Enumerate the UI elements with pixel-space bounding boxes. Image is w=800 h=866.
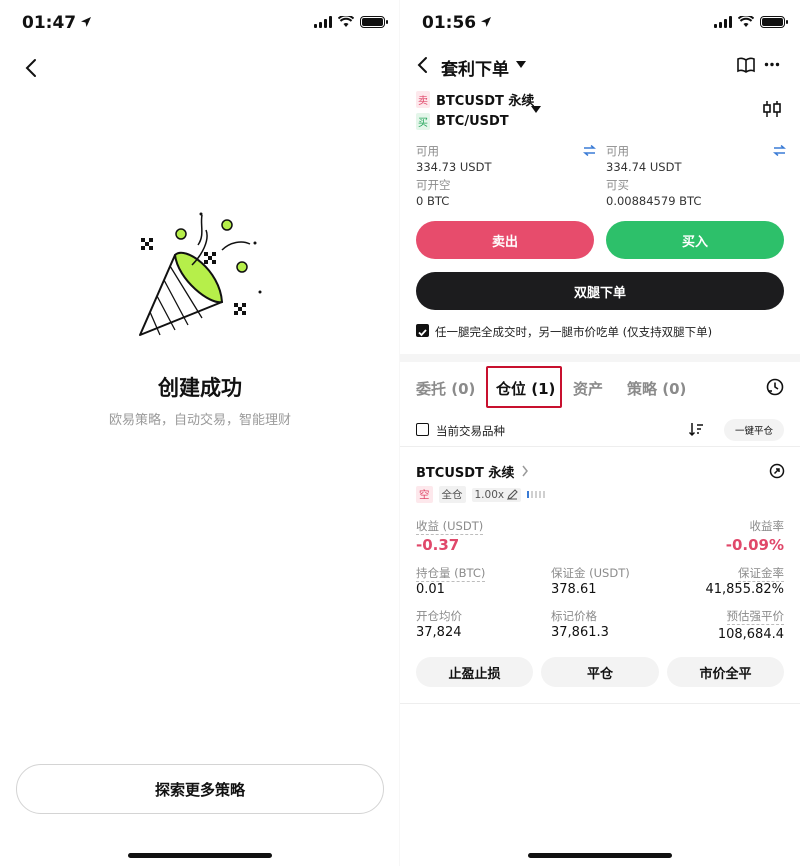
transfer-icon-left[interactable] (583, 145, 596, 156)
status-icons (714, 16, 788, 28)
position-size-value: 0.01 (416, 582, 445, 597)
buy-pair-name: BTC/USDT (436, 114, 509, 129)
buy-tag: 买 (416, 113, 430, 130)
buy-button[interactable]: 买入 (606, 221, 784, 259)
tab-positions[interactable]: 仓位 (1) (496, 378, 555, 399)
more-dots-icon[interactable] (764, 62, 780, 67)
risk-level-bars (527, 491, 546, 498)
cross-margin-tag: 全仓 (438, 486, 466, 503)
position-size-label: 持仓量 (BTC) (416, 566, 486, 582)
position-pair-name[interactable]: BTCUSDT 永续 (416, 462, 514, 481)
cellular-signal-icon (714, 16, 732, 28)
party-popper-icon (139, 212, 262, 336)
dropdown-triangle-icon[interactable] (516, 61, 526, 68)
mark-price-label: 标记价格 (551, 609, 597, 623)
position-tags: 空 全仓 1.00x (416, 486, 546, 503)
dual-leg-order-button[interactable]: 双腿下单 (416, 272, 784, 310)
wifi-icon (738, 16, 754, 27)
margin-label: 保证金 (USDT) (551, 566, 630, 580)
available-label-right: 可用 (606, 144, 629, 158)
buy-pair-row[interactable]: 买 BTC/USDT (416, 113, 509, 130)
share-pnl-icon[interactable] (769, 463, 785, 479)
liquidation-price-label: 预估强平价 (726, 609, 784, 625)
sell-tag: 卖 (416, 91, 430, 108)
leverage-value: 1.00x (474, 488, 505, 501)
page-title[interactable]: 套利下单 (441, 55, 509, 80)
close-all-button[interactable]: 一键平仓 (724, 419, 784, 441)
pnl-rate-label: 收益率 (749, 519, 785, 533)
can-buy-label: 可买 (606, 178, 629, 192)
sell-pair-row[interactable]: 卖 BTCUSDT 永续 (416, 90, 534, 109)
back-chevron-icon[interactable] (22, 58, 40, 78)
open-short-label: 可开空 (416, 178, 451, 192)
pnl-value: -0.37 (416, 536, 460, 554)
arbitrage-order-screen: 01:56 套利下单 卖 BTCUSDT 永续 买 BTC/USDT 可用 33… (400, 0, 800, 866)
margin-ratio-value: 41,855.82% (705, 582, 784, 597)
list-divider (400, 446, 800, 447)
short-side-tag: 空 (416, 486, 433, 503)
section-separator (400, 354, 800, 362)
checkmark-icon (418, 329, 427, 337)
home-indicator (528, 853, 672, 858)
card-divider (400, 703, 800, 704)
wifi-icon (338, 16, 354, 27)
explore-strategies-button[interactable]: 探索更多策略 (16, 764, 384, 814)
leverage-tag[interactable]: 1.00x (471, 487, 522, 502)
tab-strategies[interactable]: 策略 (0) (627, 378, 686, 399)
tp-sl-button[interactable]: 止盈止损 (416, 657, 533, 687)
chevron-right-icon[interactable] (521, 465, 529, 477)
back-chevron-icon[interactable] (416, 56, 430, 74)
pnl-label: 收益 (USDT) (416, 519, 484, 535)
current-pair-checkbox[interactable] (416, 423, 429, 436)
margin-ratio-label: 保证金率 (738, 566, 784, 582)
close-position-button[interactable]: 平仓 (541, 657, 659, 687)
open-short-value: 0 BTC (416, 194, 450, 208)
battery-icon (760, 16, 788, 28)
edit-pencil-icon[interactable] (507, 489, 518, 500)
tab-assets[interactable]: 资产 (573, 378, 603, 399)
status-time: 01:56 (422, 13, 477, 33)
success-title: 创建成功 (158, 376, 242, 400)
liquidation-price-value: 108,684.4 (717, 627, 784, 642)
location-arrow-icon (81, 17, 91, 27)
pnl-rate-value: -0.09% (725, 536, 784, 554)
home-indicator (128, 853, 272, 858)
entry-price-label: 开仓均价 (416, 609, 462, 623)
history-clock-icon[interactable] (766, 378, 784, 396)
can-buy-value: 0.00884579 BTC (606, 194, 702, 208)
battery-icon (360, 16, 388, 28)
success-subtitle: 欧易策略，自动交易，智能理财 (108, 413, 291, 428)
sell-button[interactable]: 卖出 (416, 221, 594, 259)
market-fill-checkbox[interactable] (416, 324, 429, 337)
status-time: 01:47 (22, 13, 77, 33)
available-value-left: 334.73 USDT (416, 160, 492, 174)
mark-price-value: 37,861.3 (551, 625, 609, 640)
status-icons (314, 16, 388, 28)
candlestick-chart-icon[interactable] (762, 99, 782, 119)
sort-icon[interactable] (688, 421, 704, 437)
transfer-icon-right[interactable] (773, 145, 786, 156)
margin-value: 378.61 (551, 582, 597, 597)
location-arrow-icon (481, 17, 491, 27)
market-fill-label: 任一腿完全成交时，另一腿市价吃单 (仅支持双腿下单) (435, 325, 713, 339)
available-label-left: 可用 (416, 144, 439, 158)
tab-orders[interactable]: 委托 (0) (416, 378, 475, 399)
current-pair-label: 当前交易品种 (436, 424, 505, 438)
sell-pair-name: BTCUSDT 永续 (436, 94, 535, 109)
cellular-signal-icon (314, 16, 332, 28)
available-value-right: 334.74 USDT (606, 160, 682, 174)
entry-price-value: 37,824 (416, 625, 462, 640)
market-close-all-button[interactable]: 市价全平 (667, 657, 784, 687)
book-icon[interactable] (736, 57, 756, 73)
success-screen: 01:47 创建成功 欧易策略，自动交易，智能理财 探索更多策略 (0, 0, 400, 866)
pair-dropdown-icon[interactable] (531, 106, 541, 113)
